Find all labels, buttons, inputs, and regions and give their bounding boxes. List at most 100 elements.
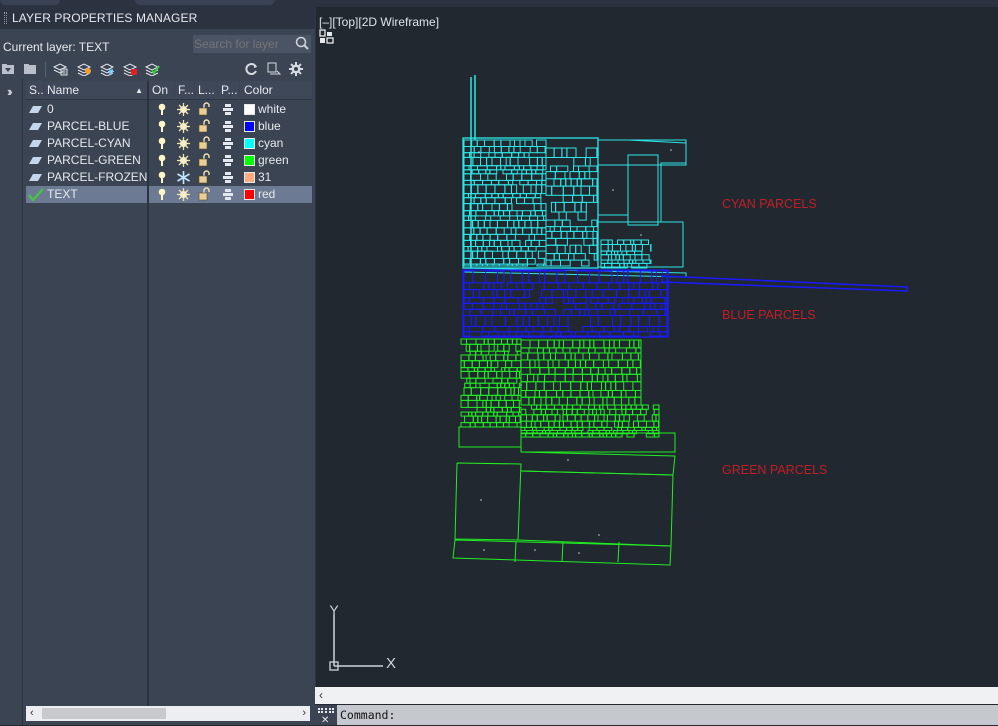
parcel-cyan[interactable] [502, 153, 511, 158]
parcel-cyan[interactable] [522, 174, 532, 181]
parcel-green[interactable] [571, 353, 575, 360]
layer-color-name[interactable]: 31 [258, 169, 271, 186]
parcel-cyan[interactable] [556, 202, 565, 212]
parcel-green[interactable] [528, 353, 538, 360]
layer-row[interactable]: PARCEL-FROZEN31 [24, 169, 312, 186]
parcel-green[interactable] [548, 360, 553, 368]
parcel-cyan[interactable] [473, 220, 479, 227]
parcel-cyan[interactable] [531, 220, 538, 227]
parcel-green[interactable] [635, 397, 641, 405]
parcel-green[interactable] [571, 391, 580, 398]
parcel-green[interactable] [615, 421, 619, 427]
layer-row[interactable]: 0white [24, 101, 312, 118]
parcel-blue[interactable] [585, 309, 589, 315]
parcel-cyan[interactable] [586, 148, 597, 158]
parcel-cyan[interactable] [537, 157, 542, 165]
parcel-blue[interactable] [560, 316, 569, 327]
parcel-green[interactable] [521, 382, 527, 391]
parcel-green[interactable] [494, 339, 501, 344]
parcel-green[interactable] [619, 340, 629, 348]
parcel-cyan[interactable] [478, 204, 483, 211]
parcel-blue[interactable] [613, 316, 621, 327]
layer-status-icon[interactable] [29, 106, 42, 113]
parcel-blue[interactable] [620, 327, 629, 332]
parcel-green[interactable] [465, 383, 470, 387]
parcel-green[interactable] [567, 405, 573, 409]
parcel-green[interactable] [465, 416, 474, 423]
parcel-blue[interactable] [564, 290, 568, 298]
parcel-green[interactable] [474, 368, 477, 372]
parcel-green[interactable] [473, 416, 478, 423]
parcel-cyan[interactable] [480, 259, 485, 265]
parcel-green[interactable] [583, 353, 590, 360]
parcel-cyan[interactable] [498, 234, 507, 240]
parcel-cyan[interactable] [473, 157, 481, 165]
parcel-green[interactable] [545, 374, 555, 381]
parcel-blue[interactable] [571, 332, 575, 336]
parcel-green[interactable] [589, 421, 594, 427]
parcel-green[interactable] [555, 374, 565, 381]
parcel-cyan[interactable] [566, 179, 571, 186]
parcel-blue[interactable] [629, 290, 640, 298]
parcel-green[interactable] [549, 368, 555, 375]
parcel-green[interactable] [516, 344, 521, 351]
parcel-cyan[interactable] [525, 198, 534, 204]
parcel-blue[interactable] [471, 316, 476, 327]
parcel-green[interactable] [571, 382, 581, 391]
parcel-green[interactable] [482, 416, 488, 423]
parcel-green[interactable] [517, 351, 521, 355]
parcel-green[interactable] [472, 361, 479, 368]
parcel-green[interactable] [534, 409, 541, 414]
parcel-blue[interactable] [619, 303, 632, 309]
parcel-green[interactable] [541, 405, 547, 409]
parcel-cyan[interactable] [583, 231, 587, 238]
parcel-cyan[interactable] [483, 180, 492, 184]
parcel-cyan[interactable] [477, 251, 484, 258]
parcel-blue[interactable] [533, 327, 543, 332]
parcel-blue[interactable] [665, 303, 667, 309]
parcel-cyan[interactable] [624, 260, 629, 263]
parcel-blue[interactable] [464, 283, 470, 290]
palette-title-bar[interactable]: LAYER PROPERTIES MANAGER [0, 7, 315, 29]
parcel-cyan[interactable] [511, 185, 516, 194]
parcel-cyan[interactable] [574, 186, 581, 195]
parcel-green[interactable] [461, 400, 468, 407]
parcel-cyan[interactable] [519, 259, 528, 265]
parcel-cyan[interactable] [498, 194, 503, 198]
parcel-blue[interactable] [586, 290, 593, 298]
parcel-blue[interactable] [485, 316, 492, 327]
scrollbar-thumb[interactable] [42, 708, 166, 719]
parcel-cyan[interactable] [470, 153, 475, 158]
parcel-green[interactable] [506, 400, 513, 407]
parcel-blue[interactable] [617, 271, 624, 283]
delete-layer-icon[interactable] [122, 61, 138, 77]
parcel-cyan[interactable] [598, 140, 686, 165]
parcel-cyan[interactable] [574, 158, 586, 167]
parcel-green[interactable] [602, 421, 607, 427]
parcel-cyan[interactable] [552, 231, 561, 238]
parcel-cyan[interactable] [579, 172, 585, 179]
plot-printer-icon[interactable] [223, 155, 233, 166]
parcel-blue[interactable] [597, 283, 608, 290]
layer-row[interactable]: PARCEL-CYANcyan [24, 135, 312, 152]
parcel-green[interactable] [580, 360, 585, 368]
parcel-green[interactable] [503, 423, 509, 427]
parcel-blue[interactable] [493, 290, 497, 298]
parcel-green[interactable] [464, 388, 471, 396]
parcel-cyan[interactable] [535, 194, 541, 198]
parcel-cyan[interactable] [555, 220, 563, 227]
parcel-green[interactable] [488, 416, 497, 423]
parcel-cyan[interactable] [635, 255, 642, 260]
parcel-cyan[interactable] [581, 179, 592, 186]
parcel-blue[interactable] [489, 332, 499, 336]
parcel-blue[interactable] [569, 298, 574, 304]
viewport-controls-label[interactable]: [–][Top][2D Wireframe] [319, 15, 439, 29]
sun-thawed-icon[interactable] [177, 154, 190, 167]
parcel-green[interactable] [594, 405, 599, 409]
parcel-cyan[interactable] [464, 234, 470, 240]
parcel-green[interactable] [521, 374, 528, 381]
parcel-blue[interactable] [540, 298, 546, 304]
parcel-cyan[interactable] [464, 247, 468, 252]
parcel-green[interactable] [638, 353, 641, 360]
parcel-cyan[interactable] [612, 245, 620, 252]
